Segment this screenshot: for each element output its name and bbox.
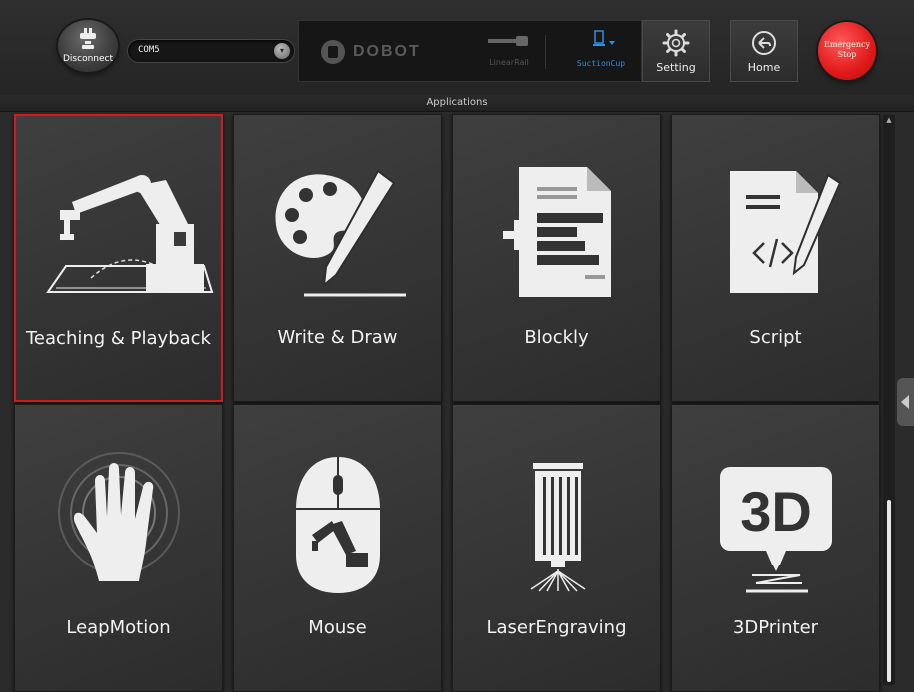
applications-header: Applications	[0, 95, 914, 112]
setting-button[interactable]: Setting	[642, 20, 710, 82]
setting-label: Setting	[656, 61, 696, 74]
estop-line1: Emergency	[824, 40, 870, 49]
app-tile-3d-printer[interactable]: 3D 3DPrinter	[671, 404, 880, 692]
dobot-logo-text: DOBOT	[353, 43, 421, 60]
app-tile-laser-engraving[interactable]: LaserEngraving	[452, 404, 661, 692]
back-arrow-icon	[752, 31, 776, 55]
emergency-stop-button[interactable]: Emergency Stop	[818, 22, 876, 80]
linear-rail-label: LinearRail	[489, 58, 529, 67]
script-document-icon	[730, 171, 842, 293]
mouse-icon	[296, 457, 380, 593]
estop-line2: Stop	[837, 50, 857, 59]
app-label: LaserEngraving	[486, 617, 627, 638]
port-value: COM5	[138, 45, 160, 55]
scroll-up-icon[interactable]: ▲	[885, 116, 893, 124]
home-label: Home	[747, 61, 781, 74]
app-label: Blockly	[524, 327, 589, 348]
app-label: Script	[749, 327, 802, 348]
home-button[interactable]: Home	[730, 20, 798, 82]
side-panel-toggle[interactable]	[897, 378, 914, 426]
app-tile-script[interactable]: Script	[671, 114, 880, 402]
device-separator	[545, 35, 546, 69]
scrollbar-thumb[interactable]	[887, 500, 891, 682]
3d-printer-icon: 3D	[720, 467, 832, 593]
app-tile-leapmotion[interactable]: LeapMotion	[14, 404, 223, 692]
dobot-logo-icon	[321, 40, 345, 64]
blockly-document-icon	[503, 167, 611, 297]
app-label: Teaching & Playback	[26, 328, 211, 349]
linear-rail-icon	[488, 36, 528, 46]
emergency-stop-label: Emergency Stop	[822, 40, 872, 60]
suction-cup-option[interactable]: SuctionCup	[561, 29, 641, 68]
linear-rail-option[interactable]: LinearRail	[469, 33, 549, 67]
app-label: Mouse	[308, 617, 367, 638]
app-label: LeapMotion	[66, 617, 171, 638]
disconnect-label: Disconnect	[63, 54, 113, 64]
app-label: 3DPrinter	[732, 617, 819, 638]
app-tile-teaching-playback[interactable]: Teaching & Playback	[14, 114, 223, 402]
port-select[interactable]: COM5 ▾	[128, 40, 294, 62]
suction-cup-label: SuctionCup	[576, 59, 626, 68]
dobot-logo: DOBOT	[321, 39, 421, 65]
app-label: Write & Draw	[277, 327, 398, 348]
applications-title: Applications	[426, 97, 488, 108]
app-tile-blockly[interactable]: Blockly	[452, 114, 661, 402]
palette-pencil-icon	[275, 169, 406, 297]
robot-arm-icon	[46, 175, 214, 293]
app-tile-mouse[interactable]: Mouse	[233, 404, 442, 692]
laser-icon	[530, 463, 586, 592]
app-tile-write-draw[interactable]: Write & Draw	[233, 114, 442, 402]
suction-cup-icon	[593, 30, 615, 46]
device-panel: DOBOT LinearRail SuctionCup	[298, 20, 642, 82]
hand-icon	[58, 452, 180, 581]
chevron-down-icon[interactable]: ▾	[274, 43, 290, 59]
top-toolbar: Disconnect COM5 ▾ DOBOT LinearRail Sucti…	[0, 0, 914, 95]
disconnect-button[interactable]: Disconnect	[58, 20, 118, 72]
gear-icon	[662, 29, 690, 57]
svg-text:3D: 3D	[740, 480, 812, 543]
